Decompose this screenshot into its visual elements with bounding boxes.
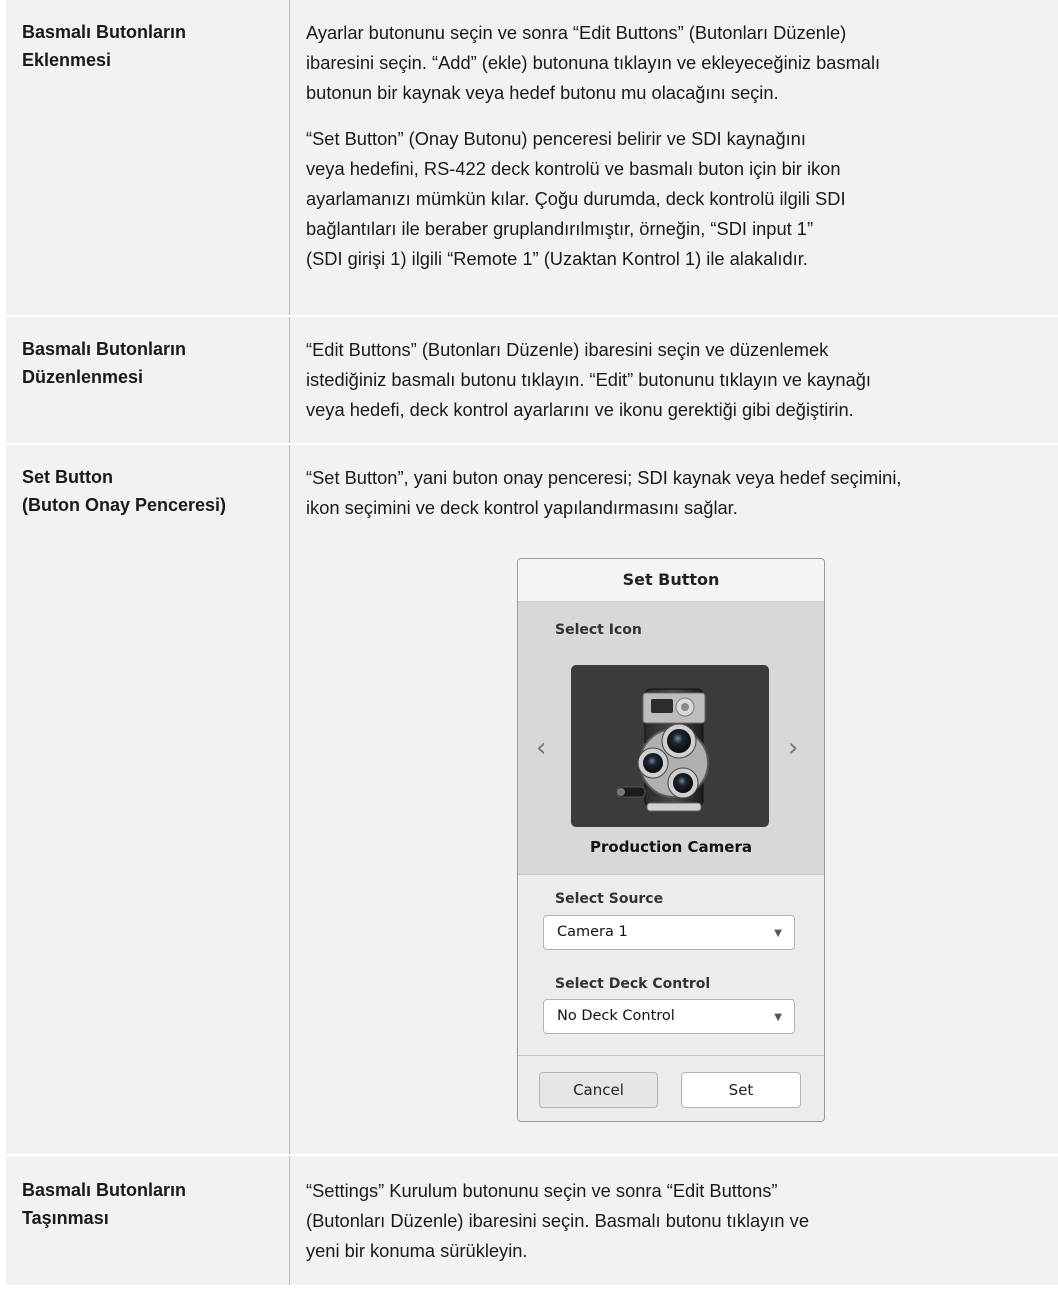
text-line: ayarlamanızı mümkün kılar. Çoğu durumda,… — [306, 188, 846, 209]
text-line: yeni bir konuma sürükleyin. — [306, 1240, 528, 1261]
next-icon-arrow[interactable]: › — [788, 735, 798, 761]
paragraph: “Set Button”, yani buton onay penceresi;… — [306, 463, 1058, 523]
column-divider — [289, 445, 290, 1154]
row-description: “Edit Buttons” (Butonları Düzenle) ibare… — [306, 335, 1058, 441]
row-title: Basmalı Butonların Taşınması — [22, 1176, 282, 1232]
row-title: Set Button (Buton Onay Penceresi) — [22, 463, 282, 519]
text-line: Ayarlar butonunu seçin ve sonra “Edit Bu… — [306, 22, 847, 43]
cancel-button[interactable]: Cancel — [539, 1072, 658, 1108]
row-description: “Settings” Kurulum butonunu seçin ve son… — [306, 1176, 1058, 1282]
column-divider — [289, 0, 290, 315]
select-icon-label: Select Icon — [555, 622, 642, 638]
deck-control-select[interactable]: No Deck Control ▼ — [543, 999, 795, 1034]
select-deck-control-label: Select Deck Control — [555, 976, 711, 992]
film-camera-icon — [616, 688, 709, 812]
chevron-down-icon: ▼ — [774, 928, 782, 939]
icon-name-label: Production Camera — [590, 838, 752, 856]
chevron-down-icon: ▼ — [774, 1012, 782, 1023]
row-description: “Set Button”, yani buton onay penceresi;… — [306, 463, 1058, 539]
row-adding-buttons: Basmalı Butonların Eklenmesi Ayarlar but… — [6, 0, 1058, 317]
row-editing-buttons: Basmalı Butonların Düzenlenmesi “Edit Bu… — [6, 317, 1058, 445]
column-divider — [289, 1156, 290, 1285]
dialog-title: Set Button — [518, 559, 824, 602]
text-line: “Settings” Kurulum butonunu seçin ve son… — [306, 1180, 778, 1201]
row-title-line: Basmalı Butonların — [22, 22, 187, 42]
row-title: Basmalı Butonların Düzenlenmesi — [22, 335, 282, 391]
text-line: istediğiniz basmalı butonu tıklayın. “Ed… — [306, 369, 872, 390]
row-title-line: Set Button — [22, 467, 113, 487]
dialog-buttons: Cancel Set — [518, 1056, 824, 1121]
set-button[interactable]: Set — [681, 1072, 801, 1108]
paragraph: “Edit Buttons” (Butonları Düzenle) ibare… — [306, 335, 1058, 425]
row-moving-buttons: Basmalı Butonların Taşınması “Settings” … — [6, 1156, 1058, 1287]
text-line: bağlantıları ile beraber gruplandırılmış… — [306, 218, 814, 239]
text-line: butonun bir kaynak veya hedef butonu mu … — [306, 82, 779, 103]
deck-control-select-value: No Deck Control — [557, 1008, 675, 1024]
select-source-label: Select Source — [555, 891, 664, 907]
row-title: Basmalı Butonların Eklenmesi — [22, 18, 282, 74]
row-title-line: Düzenlenmesi — [22, 367, 144, 387]
text-line: ikon seçimini ve deck kontrol yapılandır… — [306, 497, 738, 518]
paragraph: Ayarlar butonunu seçin ve sonra “Edit Bu… — [306, 18, 1058, 108]
text-line: (Butonları Düzenle) ibaresini seçin. Bas… — [306, 1210, 809, 1231]
text-line: “Set Button” (Onay Butonu) penceresi bel… — [306, 128, 806, 149]
text-line: veya hedefi, deck kontrol ayarlarını ve … — [306, 399, 854, 420]
source-deck-section: Select Source Camera 1 ▼ Select Deck Con… — [518, 875, 824, 1056]
icon-preview-tile[interactable] — [571, 665, 769, 827]
row-title-line: (Buton Onay Penceresi) — [22, 495, 227, 515]
icon-selector: Select Icon ‹ › Production Camera — [518, 602, 824, 875]
text-line: “Set Button”, yani buton onay penceresi;… — [306, 467, 902, 488]
row-title-line: Basmalı Butonların — [22, 339, 187, 359]
row-title-line: Basmalı Butonların — [22, 1180, 187, 1200]
text-line: ibaresini seçin. “Add” (ekle) butonuna t… — [306, 52, 881, 73]
row-title-line: Eklenmesi — [22, 50, 112, 70]
paragraph: “Settings” Kurulum butonunu seçin ve son… — [306, 1176, 1058, 1266]
source-select[interactable]: Camera 1 ▼ — [543, 915, 795, 950]
paragraph: “Set Button” (Onay Butonu) penceresi bel… — [306, 124, 1058, 274]
set-button-dialog: Set Button Select Icon ‹ › Production Ca… — [517, 558, 825, 1122]
text-line: veya hedefini, RS-422 deck kontrolü ve b… — [306, 158, 841, 179]
column-divider — [289, 317, 290, 443]
row-description: Ayarlar butonunu seçin ve sonra “Edit Bu… — [306, 18, 1058, 290]
source-select-value: Camera 1 — [557, 924, 628, 940]
text-line: (SDI girişi 1) ilgili “Remote 1” (Uzakta… — [306, 248, 808, 269]
row-title-line: Taşınması — [22, 1208, 109, 1228]
previous-icon-arrow[interactable]: ‹ — [536, 735, 546, 761]
text-line: “Edit Buttons” (Butonları Düzenle) ibare… — [306, 339, 829, 360]
